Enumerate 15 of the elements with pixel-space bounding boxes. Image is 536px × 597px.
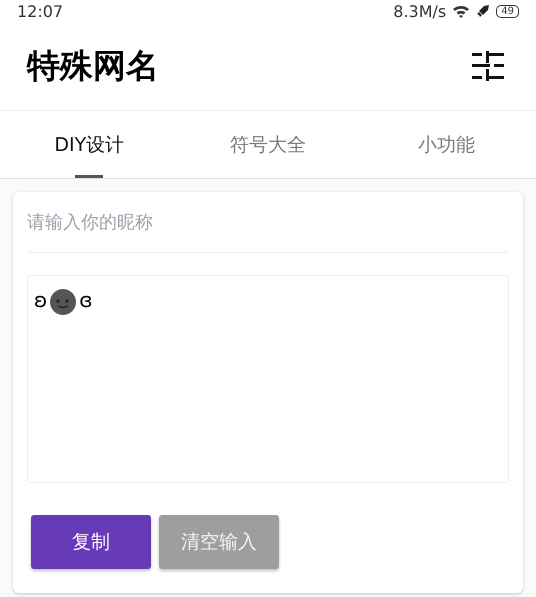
app-title: 特殊网名 [27,44,159,86]
rocket-icon [476,4,490,18]
output-text: ɞ [79,288,93,312]
settings-icon[interactable] [472,51,504,81]
tab[interactable]: DIY设计 [0,111,179,178]
wifi-icon [452,4,470,18]
status-time: 12:07 [17,2,64,20]
tab[interactable]: 符号大全 [178,111,358,178]
tab[interactable]: 小功能 [357,111,536,178]
copy-button[interactable]: 复制 [31,515,151,569]
battery-icon: 49 [496,4,519,18]
moon-face-icon [49,288,78,316]
output-box[interactable]: ʚ ɞ [27,275,509,483]
output-text: ʚ [34,288,48,312]
network-speed: 8.3M/s [393,2,446,20]
